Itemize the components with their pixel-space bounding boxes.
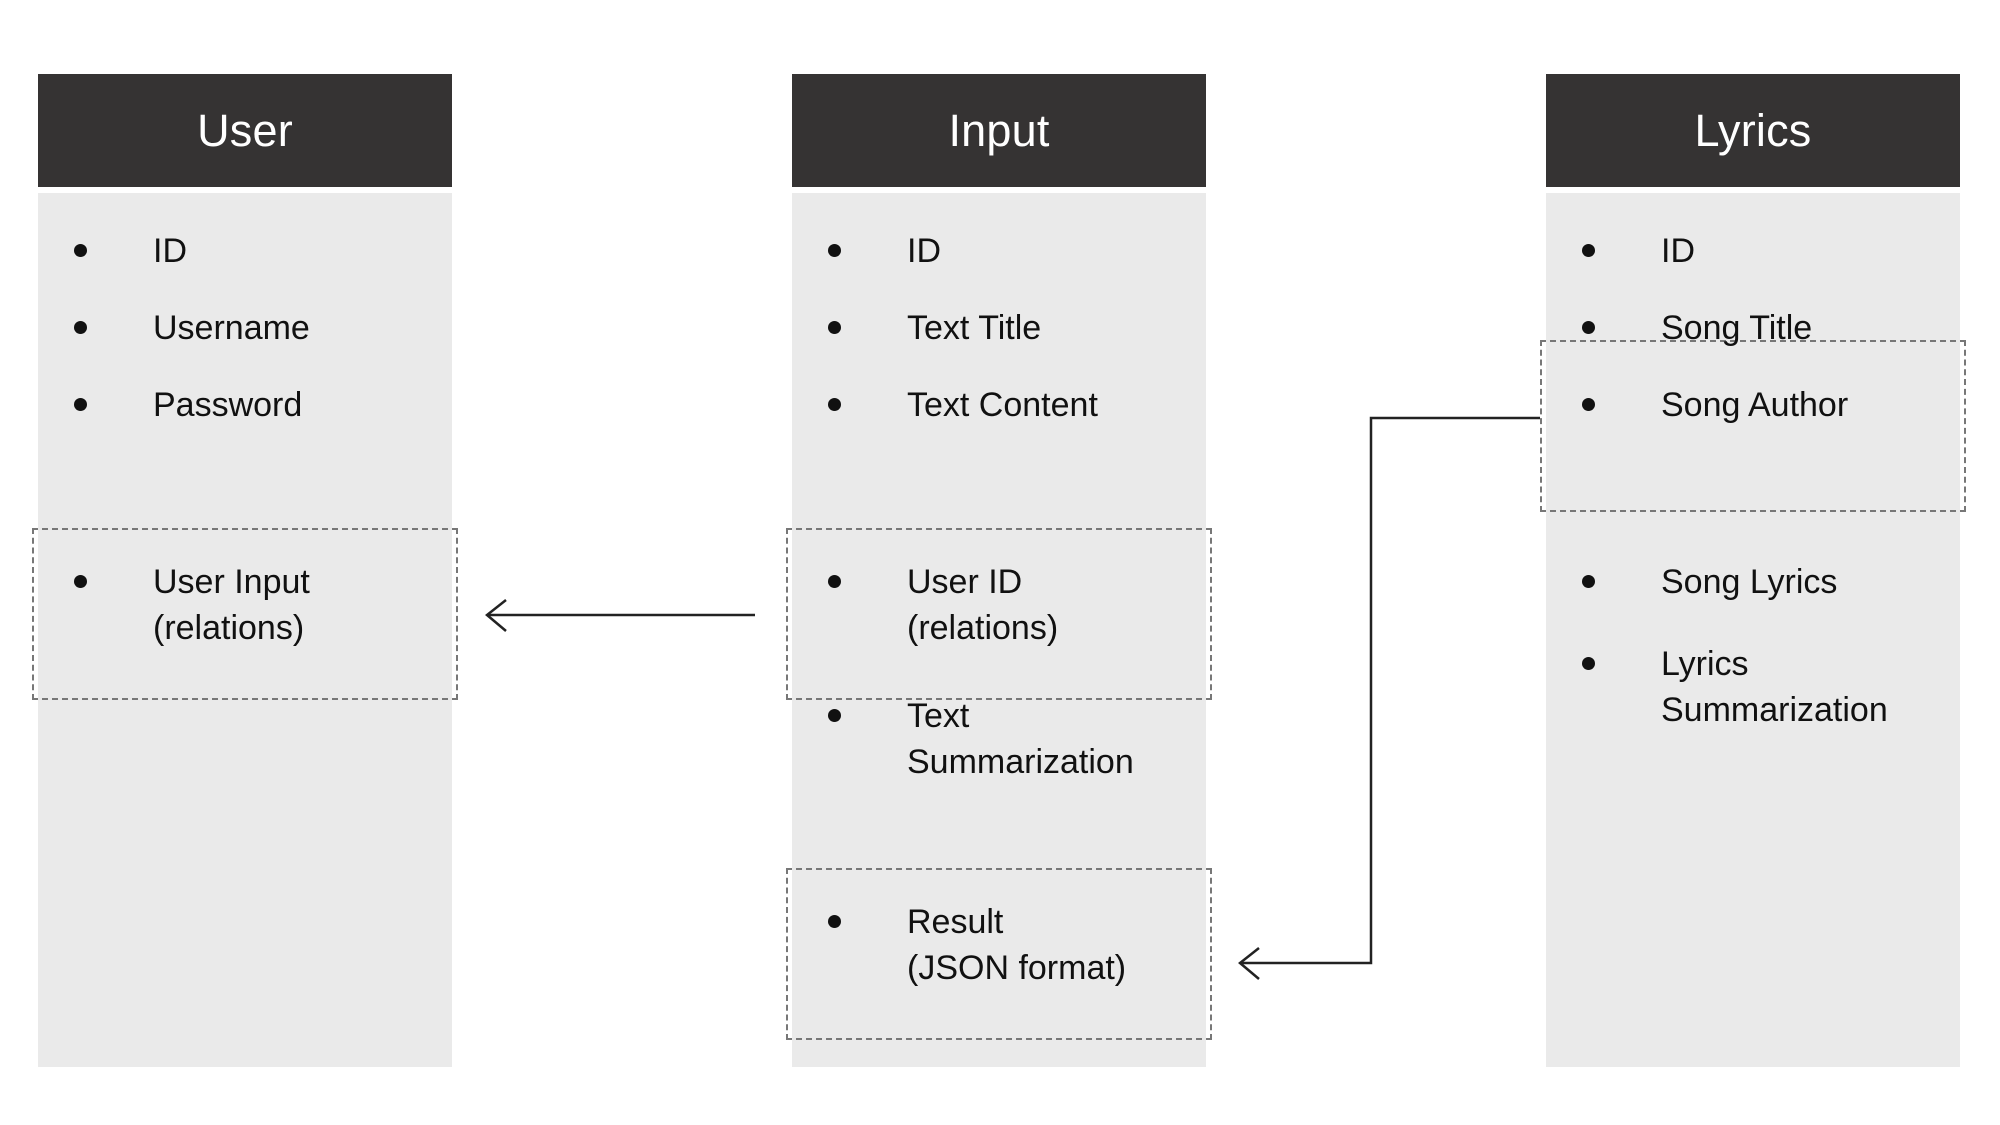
bullet-icon bbox=[74, 321, 87, 334]
field-label: User Input (relations) bbox=[153, 563, 310, 647]
entity-body-user: ID Username Password User Input (relatio… bbox=[32, 193, 458, 1067]
bullet-icon bbox=[1582, 398, 1595, 411]
field-label: Text Summarization bbox=[907, 697, 1134, 781]
field-label: Username bbox=[153, 309, 310, 347]
entity-card-input: Input ID Text Title Text Content User ID… bbox=[786, 74, 1212, 1067]
field-user-username[interactable]: Username bbox=[38, 305, 452, 351]
field-label: Text Content bbox=[907, 386, 1098, 424]
bullet-icon bbox=[828, 575, 841, 588]
field-user-user-input[interactable]: User Input (relations) bbox=[38, 559, 452, 651]
field-label: ID bbox=[1661, 232, 1695, 270]
field-label: Song Lyrics bbox=[1661, 563, 1838, 601]
bullet-icon bbox=[74, 575, 87, 588]
diagram-canvas: User ID Username Password User Input (re… bbox=[0, 0, 2000, 1125]
field-user-id[interactable]: ID bbox=[38, 228, 452, 274]
field-label: User ID (relations) bbox=[907, 563, 1059, 647]
bullet-icon bbox=[1582, 321, 1595, 334]
bullet-icon bbox=[828, 244, 841, 257]
bullet-icon bbox=[74, 244, 87, 257]
field-label: Text Title bbox=[907, 309, 1042, 347]
field-lyrics-song-lyrics[interactable]: Song Lyrics bbox=[1546, 559, 1960, 605]
bullet-icon bbox=[74, 398, 87, 411]
field-lyrics-lyrics-summarization[interactable]: Lyrics Summarization bbox=[1546, 641, 1960, 733]
bullet-icon bbox=[828, 709, 841, 722]
relation-input-to-user bbox=[485, 599, 755, 632]
bullet-icon bbox=[1582, 657, 1595, 670]
entity-title-lyrics: Lyrics bbox=[1546, 74, 1960, 187]
field-input-text-summarization[interactable]: Text Summarization bbox=[792, 693, 1206, 785]
entity-title-input: Input bbox=[792, 74, 1206, 187]
entity-card-user: User ID Username Password User Input (re… bbox=[32, 74, 458, 1067]
field-label: Song Author bbox=[1661, 386, 1849, 424]
entity-body-lyrics: ID Song Title Song Author Song Lyrics Ly… bbox=[1540, 193, 1966, 1067]
entity-card-lyrics: Lyrics ID Song Title Song Author Song Ly… bbox=[1540, 74, 1966, 1067]
field-label: Song Title bbox=[1661, 309, 1813, 347]
field-lyrics-id[interactable]: ID bbox=[1546, 228, 1960, 274]
field-input-text-content[interactable]: Text Content bbox=[792, 382, 1206, 428]
field-user-password[interactable]: Password bbox=[38, 382, 452, 428]
field-lyrics-song-author[interactable]: Song Author bbox=[1546, 382, 1960, 428]
field-input-result[interactable]: Result (JSON format) bbox=[792, 899, 1206, 991]
bullet-icon bbox=[1582, 244, 1595, 257]
bullet-icon bbox=[828, 915, 841, 928]
entity-title-user: User bbox=[38, 74, 452, 187]
field-label: Lyrics Summarization bbox=[1661, 645, 1888, 729]
relation-lyrics-to-input bbox=[1238, 416, 1540, 980]
field-label: ID bbox=[907, 232, 941, 270]
bullet-icon bbox=[1582, 575, 1595, 588]
field-label: Password bbox=[153, 386, 303, 424]
entity-body-input: ID Text Title Text Content User ID (rela… bbox=[786, 193, 1212, 1067]
field-lyrics-song-title[interactable]: Song Title bbox=[1546, 305, 1960, 351]
field-input-id[interactable]: ID bbox=[792, 228, 1206, 274]
field-input-user-id[interactable]: User ID (relations) bbox=[792, 559, 1206, 651]
bullet-icon bbox=[828, 321, 841, 334]
field-input-text-title[interactable]: Text Title bbox=[792, 305, 1206, 351]
field-label: Result (JSON format) bbox=[907, 903, 1127, 987]
bullet-icon bbox=[828, 398, 841, 411]
field-label: ID bbox=[153, 232, 187, 270]
